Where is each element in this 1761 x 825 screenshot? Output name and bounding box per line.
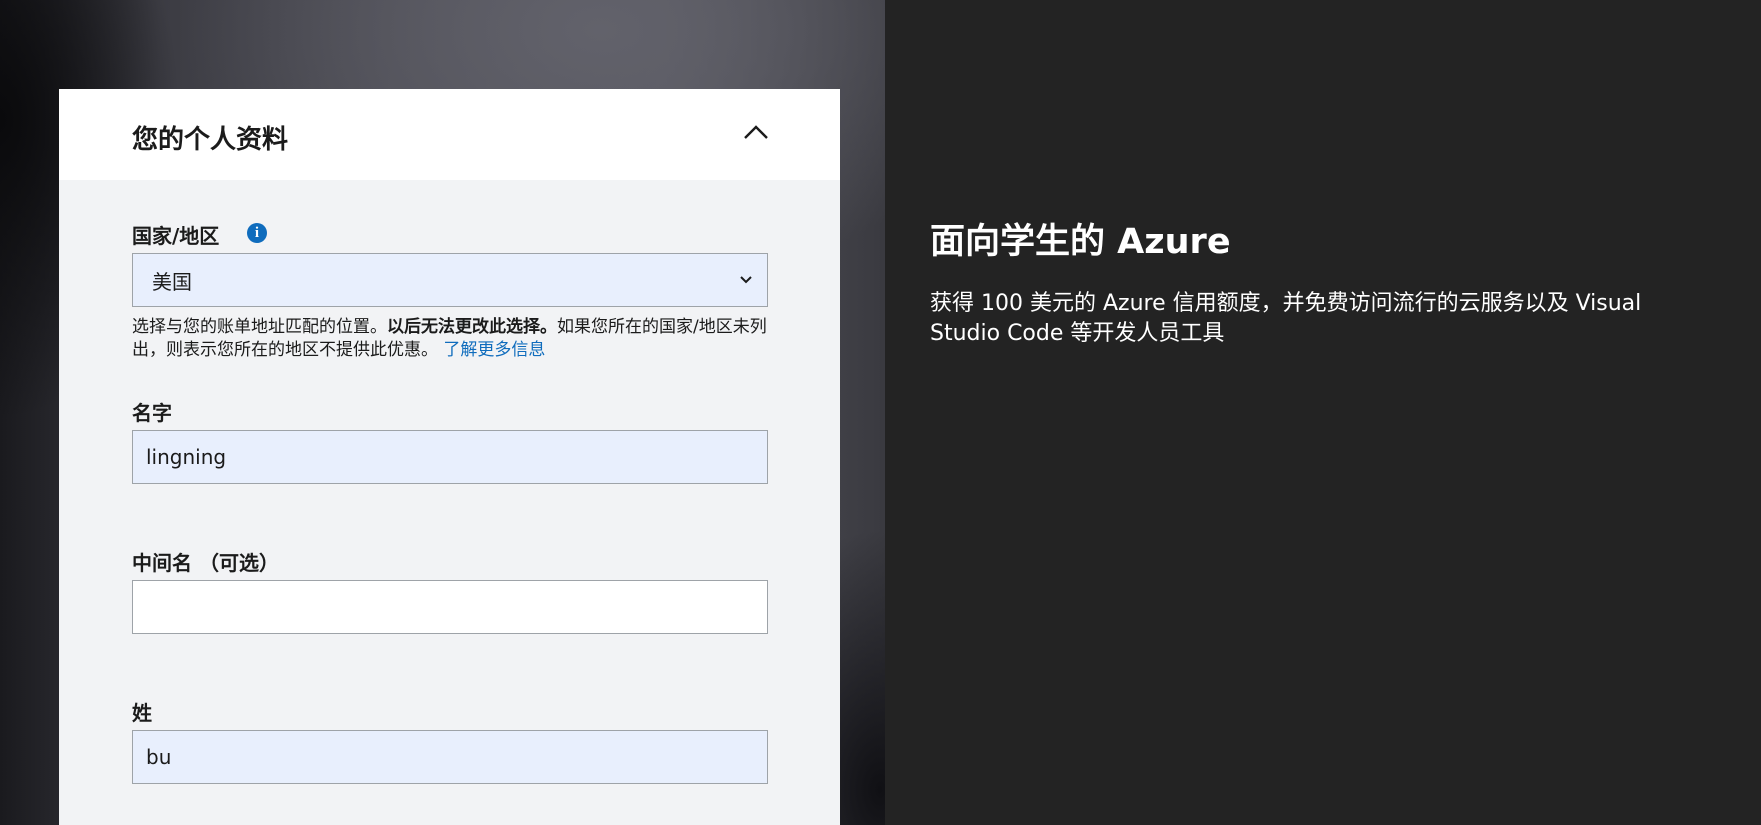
info-icon[interactable]: i — [247, 223, 267, 243]
country-hint: 选择与您的账单地址匹配的位置。以后无法更改此选择。如果您所在的国家/地区未列出，… — [132, 316, 772, 362]
first-name-value: lingning — [146, 445, 227, 469]
country-label: 国家/地区 — [132, 224, 220, 248]
last-name-value: bu — [146, 745, 172, 769]
promo-description: 获得 100 美元的 Azure 信用额度，并免费访问流行的云服务以及 Visu… — [930, 291, 1642, 346]
hint-prefix: 选择与您的账单地址匹配的位置。 — [132, 317, 387, 337]
last-name-label: 姓 — [132, 701, 152, 725]
chevron-up-icon — [744, 125, 768, 139]
country-select-value: 美国 — [152, 269, 192, 294]
chevron-down-icon — [740, 276, 752, 284]
card-header: 您的个人资料 — [59, 89, 840, 180]
last-name-input[interactable]: bu — [132, 730, 768, 784]
collapse-button[interactable] — [736, 115, 776, 149]
country-select[interactable]: 美国 — [132, 253, 768, 307]
middle-name-label: 中间名 （可选） — [132, 551, 279, 575]
first-name-input[interactable]: lingning — [132, 430, 768, 484]
section-title: 您的个人资料 — [132, 125, 289, 155]
first-name-label: 名字 — [132, 401, 172, 425]
middle-name-input[interactable] — [132, 580, 768, 634]
learn-more-link[interactable]: 了解更多信息 — [443, 340, 545, 360]
personal-info-card: 您的个人资料 国家/地区 i 美国 选择与您的账单地址匹配的位置。以后无法更改此… — [59, 89, 840, 825]
hint-bold: 以后无法更改此选择。 — [387, 317, 557, 337]
promo-title: 面向学生的 Azure — [930, 222, 1231, 262]
